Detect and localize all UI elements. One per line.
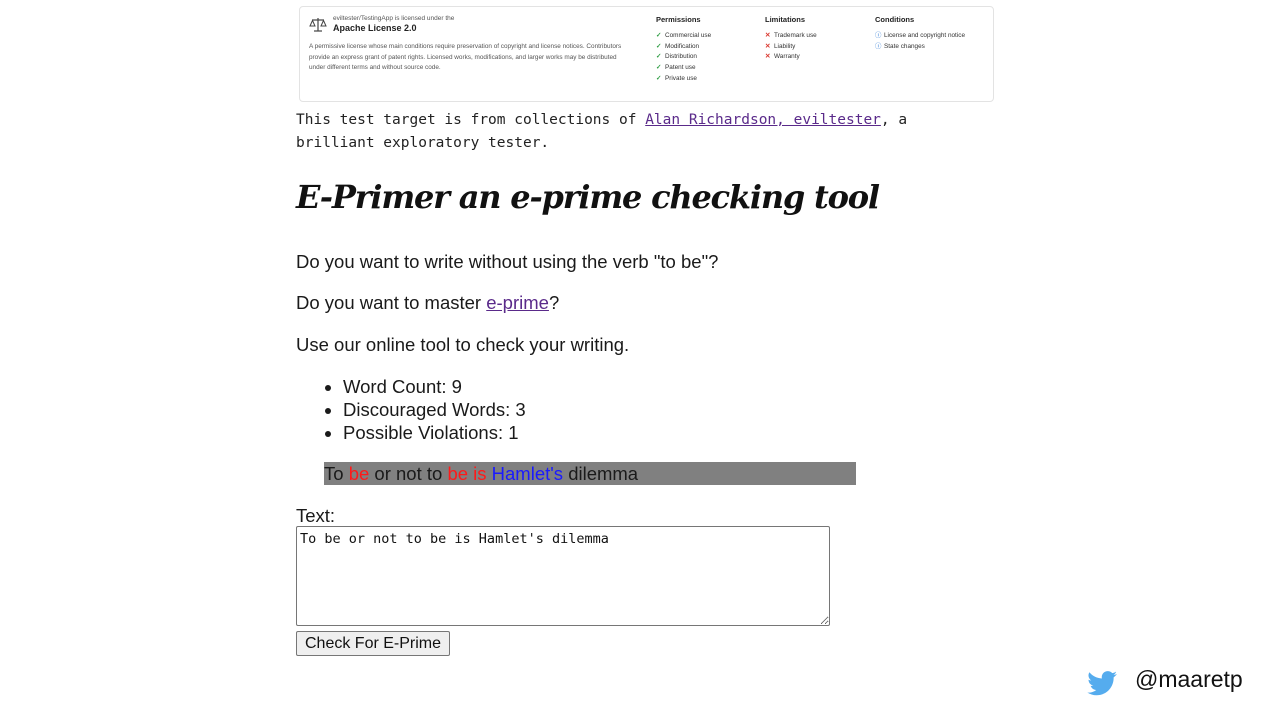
possible-violations-count: Possible Violations: 1 [343,421,526,444]
cross-icon: ✕ [765,42,771,50]
permission-item: ✓ Modification [656,42,766,53]
condition-item: ⓘ License and copyright notice [875,31,985,42]
license-owner: eviltester/TestingApp is licensed under … [333,15,455,22]
twitter-handle: @maaretp [1135,666,1243,692]
permissions-column: Permissions ✓ Commercial use ✓ Modificatio… [656,15,766,85]
check-eprime-button[interactable]: Check For E-Prime [296,631,451,656]
question-to-be: Do you want to write without using the v… [296,251,719,272]
result-word-discouraged: be is [447,463,487,484]
author-link[interactable]: Alan Richardson, eviltester [645,112,881,128]
cross-icon: ✕ [765,53,771,61]
result-word-discouraged: be [348,463,370,484]
license-description: A permissive license whose main conditio… [309,43,622,71]
check-icon: ✓ [656,64,662,72]
permissions-title: Permissions [656,15,701,24]
license-name: Apache License 2.0 [333,23,417,33]
limitation-item: ✕ Trademark use [765,31,875,42]
result-word-violation: Hamlet's [491,463,564,484]
text-input[interactable]: To be or not to be is Hamlet's dilemma [296,526,830,626]
condition-item: ⓘ State changes [875,42,985,53]
conditions-column: Conditions ⓘ License and copyright notice… [875,15,985,52]
result-word: To [324,463,344,484]
result-word: or not to [374,463,443,484]
permission-item: ✓ Commercial use [656,31,766,42]
license-summary: eviltester/TestingApp is licensed under … [309,15,639,74]
license-card: eviltester/TestingApp is licensed under … [299,6,994,102]
permission-item: ✓ Private use [656,74,766,85]
check-icon: ✓ [656,32,662,39]
eprime-link[interactable]: e-prime [486,292,549,313]
conditions-title: Conditions [875,15,915,24]
intro-text: This test target is from collections of … [296,109,986,155]
info-icon: ⓘ [875,42,882,50]
page-title: E-Primer an e-prime checking tool [296,178,880,216]
scale-icon [309,18,327,32]
twitter-icon [1087,671,1117,696]
tool-intro: Use our online tool to check your writin… [296,334,630,355]
check-icon: ✓ [656,74,662,82]
question-master-eprime: Do you want to master e-prime? [296,292,560,313]
word-count: Word Count: 9 [343,375,526,398]
limitation-item: ✕ Warranty [765,52,875,63]
highlighted-result: To be or not to be is Hamlet's dilemma [324,462,856,485]
check-icon: ✓ [656,53,662,61]
permission-item: ✓ Patent use [656,63,766,74]
result-word: dilemma [568,463,639,484]
text-label: Text: [296,505,336,526]
cross-icon: ✕ [765,32,771,39]
stats-list: Word Count: 9 Discouraged Words: 3 Possi… [296,375,526,444]
discouraged-words-count: Discouraged Words: 3 [343,398,526,421]
info-icon: ⓘ [875,32,882,39]
permission-item: ✓ Distribution [656,52,766,63]
limitations-column: Limitations ✕ Trademark use ✕ Liability ✕ W… [765,15,875,63]
intro-before: This test target is from collections of [296,112,646,128]
limitations-title: Limitations [765,15,806,24]
check-icon: ✓ [656,42,662,50]
limitation-item: ✕ Liability [765,42,875,53]
